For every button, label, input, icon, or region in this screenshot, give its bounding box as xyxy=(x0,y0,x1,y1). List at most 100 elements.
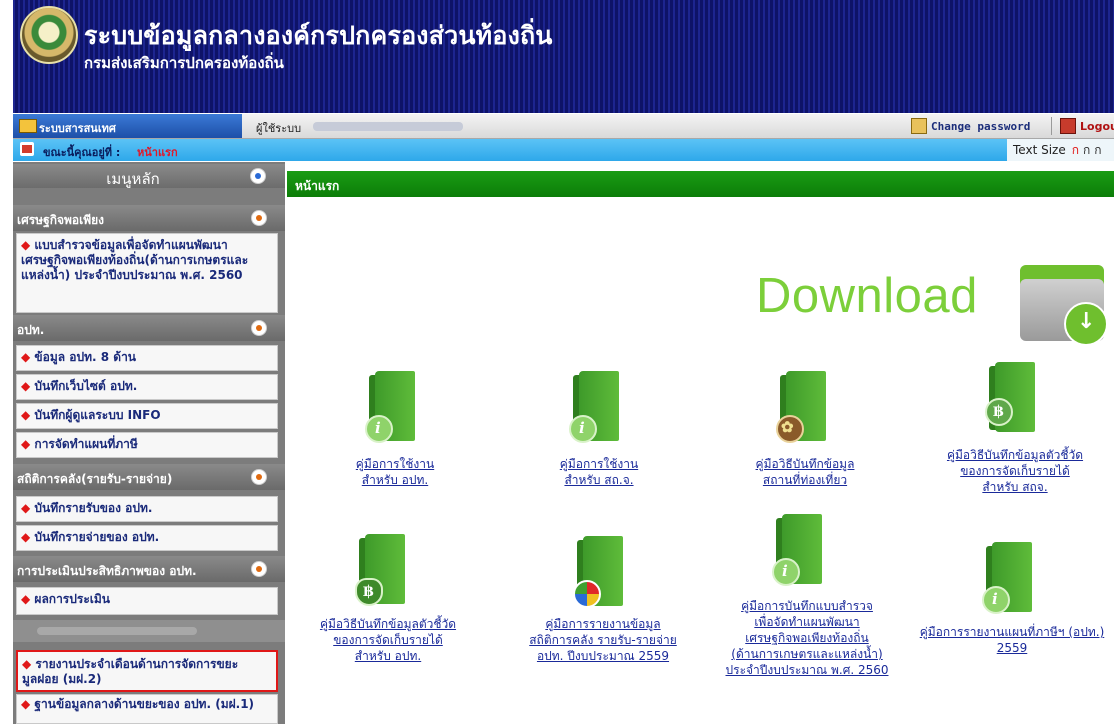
sidebar-item-label: ◆ ข้อมูล อปท. 8 ด้าน xyxy=(21,350,273,365)
breadcrumb-current[interactable]: หน้าแรก xyxy=(137,143,178,161)
info-book-icon[interactable] xyxy=(772,510,826,586)
change-password-label: Change password xyxy=(931,119,1031,133)
main-menu-title: เมนูหลัก xyxy=(106,170,160,188)
sidebar-section-evaluation[interactable]: การประเมินประสิทธิภาพของ อปท. xyxy=(13,556,285,582)
sidebar-item-income[interactable]: ◆ บันทึกรายรับของ อปท. xyxy=(16,496,278,522)
sidebar-section-redacted[interactable] xyxy=(13,620,285,642)
logout-link[interactable]: Logout xyxy=(1060,117,1114,135)
left-margin xyxy=(0,0,13,724)
text-size-large[interactable]: ก xyxy=(1094,141,1101,160)
sidebar-item-waste-database[interactable]: ◆ ฐานข้อมูลกลางด้านขยะของ อปท. (มฝ.1) xyxy=(16,694,278,724)
bullet-icon: ◆ xyxy=(21,592,31,606)
sidebar-item-waste-monthly-report[interactable]: ◆ รายงานประจำเดือนด้านการจัดการขยะมูลฝอย… xyxy=(16,650,278,692)
item-text: บันทึกรายจ่ายของ อปท. xyxy=(34,530,160,544)
text-size-medium[interactable]: ก xyxy=(1083,141,1090,160)
doc-line: ของการจัดเก็บรายได้ xyxy=(960,464,1070,478)
palm-tree-icon xyxy=(776,415,804,443)
sidebar-item-label: ◆ บันทึกผู้ดูแลระบบ INFO xyxy=(21,408,273,423)
text-size-small[interactable]: ก xyxy=(1072,141,1079,160)
section-title: อปท. xyxy=(17,323,45,337)
sidebar-section-finance[interactable]: สถิติการคลัง(รายรับ-รายจ่าย) xyxy=(13,464,285,490)
doc-link-revenue-indicator-lao[interactable]: คู่มือวิธีบันทึกข้อมูลตัวชี้วัด ของการจั… xyxy=(298,616,478,664)
item-text: บันทึกผู้ดูแลระบบ INFO xyxy=(34,408,161,422)
home-icon[interactable] xyxy=(20,142,34,156)
content-header: หน้าแรก xyxy=(287,171,1114,197)
sidebar-menu: เมนูหลัก เศรษฐกิจพอเพียง ◆ แบบสำรวจข้อมู… xyxy=(13,162,285,724)
sidebar-item-label: ◆ ผลการประเมิน xyxy=(21,592,273,607)
sidebar-section-lao[interactable]: อปท. xyxy=(13,315,285,341)
expand-section-icon[interactable] xyxy=(251,210,267,226)
doc-line: เพื่อจัดทำแผนพัฒนา xyxy=(754,615,860,629)
item-text: ผลการประเมิน xyxy=(34,592,110,606)
site-subtitle: กรมส่งเสริมการปกครองท้องถิ่น xyxy=(84,54,284,72)
info-book-icon[interactable] xyxy=(982,538,1036,614)
location-label: ขณะนี้คุณอยู่ที่ : xyxy=(43,146,121,159)
bullet-icon: ◆ xyxy=(21,238,31,252)
download-heading: Download xyxy=(756,269,978,323)
doc-link-tax-map-report[interactable]: คู่มือการรายงานแผนที่ภาษีฯ (อปท.) 2559 xyxy=(912,624,1112,656)
item-text: บันทึกเว็บไซต์ อปท. xyxy=(34,379,138,393)
download-arrow-icon xyxy=(1064,302,1108,346)
user-name-redacted xyxy=(313,122,463,131)
info-badge-icon xyxy=(772,558,800,586)
sidebar-item-survey[interactable]: ◆ แบบสำรวจข้อมูลเพื่อจัดทำแผนพัฒนาเศรษฐก… xyxy=(16,233,278,313)
bullet-icon: ◆ xyxy=(21,408,31,422)
expand-section-icon[interactable] xyxy=(251,469,267,485)
doc-line: คู่มือการบันทึกแบบสำรวจ xyxy=(741,599,873,613)
redacted-title xyxy=(37,627,197,635)
sidebar-section-sufficiency[interactable]: เศรษฐกิจพอเพียง xyxy=(13,205,285,231)
doc-link-manual-lao[interactable]: คู่มือการใช้งาน สำหรับ อปท. xyxy=(320,456,470,488)
sidebar-item-evaluation-result[interactable]: ◆ ผลการประเมิน xyxy=(16,587,278,615)
site-title: ระบบข้อมูลกลางองค์กรปกครองส่วนท้องถิ่น xyxy=(84,21,553,50)
doc-line: สถานที่ท่องเที่ยว xyxy=(762,473,848,487)
money-bag-book-icon[interactable] xyxy=(355,530,409,606)
item-text: รายงานประจำเดือนด้านการจัดการขยะมูลฝอย (… xyxy=(22,657,239,686)
sidebar-item-expense[interactable]: ◆ บันทึกรายจ่ายของ อปท. xyxy=(16,525,278,551)
department-logo xyxy=(20,6,78,64)
bullet-icon: ◆ xyxy=(21,697,31,711)
expand-section-icon[interactable] xyxy=(251,320,267,336)
section-title: สถิติการคลัง(รายรับ-รายจ่าย) xyxy=(17,472,173,486)
toolbar-divider xyxy=(1051,117,1052,135)
baht-coin-icon xyxy=(985,398,1013,426)
sidebar-item-tax-map[interactable]: ◆ การจัดทำแผนที่ภาษี xyxy=(16,432,278,458)
key-folder-icon xyxy=(911,118,927,134)
doc-line: เศรษฐกิจพอเพียงท้องถิ่น xyxy=(745,631,869,645)
sidebar-item-lao-8[interactable]: ◆ ข้อมูล อปท. 8 ด้าน xyxy=(16,345,278,371)
doc-line: สำหรับ อปท. xyxy=(354,649,422,663)
info-book-icon[interactable] xyxy=(365,367,419,443)
logout-door-icon xyxy=(1060,118,1076,134)
doc-link-sufficiency-survey[interactable]: คู่มือการบันทึกแบบสำรวจ เพื่อจัดทำแผนพัฒ… xyxy=(716,598,898,678)
info-book-icon[interactable] xyxy=(569,367,623,443)
content-title: หน้าแรก xyxy=(295,179,340,193)
bullet-icon: ◆ xyxy=(21,501,31,515)
top-toolbar: ระบบสารสนเทศ ผู้ใช้ระบบ Change password … xyxy=(13,113,1114,139)
doc-line: คู่มือวิธีบันทึกข้อมูล xyxy=(755,457,855,471)
doc-line: สำหรับ สถจ. xyxy=(982,480,1048,494)
logout-label: Logout xyxy=(1080,119,1114,133)
doc-link-manual-province[interactable]: คู่มือการใช้งาน สำหรับ สถ.จ. xyxy=(524,456,674,488)
change-password-link[interactable]: Change password xyxy=(911,117,1030,135)
doc-line: คู่มือการรายงานแผนที่ภาษีฯ (อปท.) xyxy=(919,625,1105,639)
doc-line: ประจำปีงบประมาณ พ.ศ. 2560 xyxy=(725,663,889,677)
section-title: การประเมินประสิทธิภาพของ อปท. xyxy=(17,564,197,578)
system-tab[interactable]: ระบบสารสนเทศ xyxy=(13,114,242,138)
doc-line: (ด้านการเกษตรและแหล่งน้ำ) xyxy=(731,647,883,661)
pie-chart-book-icon[interactable] xyxy=(573,532,627,608)
doc-link-revenue-indicator-province[interactable]: คู่มือวิธีบันทึกข้อมูลตัวชี้วัด ของการจั… xyxy=(925,447,1105,495)
user-label: ผู้ใช้ระบบ xyxy=(256,122,302,135)
sidebar-item-website[interactable]: ◆ บันทึกเว็บไซต์ อปท. xyxy=(16,374,278,400)
sidebar-item-admin-info[interactable]: ◆ บันทึกผู้ดูแลระบบ INFO xyxy=(16,403,278,429)
sidebar-item-label: ◆ การจัดทำแผนที่ภาษี xyxy=(21,437,273,452)
doc-link-tourism[interactable]: คู่มือวิธีบันทึกข้อมูล สถานที่ท่องเที่ยว xyxy=(720,456,890,488)
baht-book-icon[interactable] xyxy=(985,358,1039,434)
info-badge-icon xyxy=(982,586,1010,614)
palm-book-icon[interactable] xyxy=(776,367,830,443)
section-title: เศรษฐกิจพอเพียง xyxy=(17,213,105,227)
collapse-menu-icon[interactable] xyxy=(250,168,266,184)
sidebar-item-label: ◆ รายงานประจำเดือนด้านการจัดการขยะมูลฝอย… xyxy=(22,657,274,687)
expand-section-icon[interactable] xyxy=(251,561,267,577)
doc-line: 2559 xyxy=(996,641,1028,655)
doc-line: สำหรับ สถ.จ. xyxy=(564,473,634,487)
doc-link-finance-report[interactable]: คู่มือการรายงานข้อมูล สถิติการคลัง รายรั… xyxy=(508,616,698,664)
